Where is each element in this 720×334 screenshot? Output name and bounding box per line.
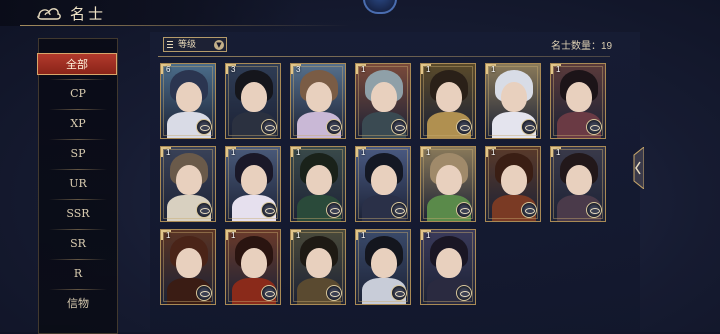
eye-badge-icon xyxy=(326,285,342,301)
hero-card[interactable]: 1 xyxy=(355,63,411,139)
hero-level: 1 xyxy=(296,231,301,240)
hero-card[interactable]: 1 xyxy=(420,63,476,139)
hero-level: 3 xyxy=(231,65,236,74)
hero-count-value: 19 xyxy=(601,41,613,52)
eye-badge-icon xyxy=(456,285,472,301)
sidebar-divider xyxy=(49,229,107,230)
eye-badge-icon xyxy=(586,119,602,135)
sidebar-divider xyxy=(49,109,107,110)
chevron-down-icon: ▼ xyxy=(214,40,224,50)
eye-badge-icon xyxy=(261,285,277,301)
hero-card[interactable]: 3 xyxy=(225,63,281,139)
hero-level: 1 xyxy=(231,231,236,240)
category-sidebar: 全部 CP XP SP UR SSR SR R 信物 xyxy=(37,38,118,334)
eye-badge-icon xyxy=(456,119,472,135)
sidebar-divider xyxy=(49,79,107,80)
sidebar-divider xyxy=(49,259,107,260)
hero-count-label: 名士数量： xyxy=(551,41,601,52)
sidebar-divider xyxy=(49,139,107,140)
sidebar-item[interactable]: SP xyxy=(39,143,117,165)
hero-card[interactable]: 3 xyxy=(290,63,346,139)
eye-badge-icon xyxy=(391,202,407,218)
hero-level: 1 xyxy=(556,148,561,157)
hero-level: 1 xyxy=(166,231,171,240)
eye-badge-icon xyxy=(326,202,342,218)
hero-card[interactable]: 1 xyxy=(290,146,346,222)
hero-level: 1 xyxy=(556,65,561,74)
sidebar-item[interactable]: SR xyxy=(39,233,117,255)
hero-level: 6 xyxy=(166,65,171,74)
header: 名士 xyxy=(0,0,720,26)
hero-level: 1 xyxy=(491,148,496,157)
hero-card[interactable]: 1 xyxy=(420,146,476,222)
sidebar-item[interactable]: CP xyxy=(39,83,117,105)
eye-badge-icon xyxy=(456,202,472,218)
eye-badge-icon xyxy=(521,119,537,135)
eye-badge-icon xyxy=(261,202,277,218)
eye-badge-icon xyxy=(326,119,342,135)
eye-badge-icon xyxy=(586,202,602,218)
sidebar-divider xyxy=(49,289,107,290)
hero-level: 1 xyxy=(426,65,431,74)
hero-level: 1 xyxy=(231,148,236,157)
hero-card[interactable]: 1 xyxy=(290,229,346,305)
hero-card[interactable]: 6 xyxy=(160,63,216,139)
header-divider xyxy=(20,25,350,26)
eye-badge-icon xyxy=(196,119,212,135)
sort-dropdown[interactable]: 等级 ▼ xyxy=(163,37,227,52)
eye-badge-icon xyxy=(196,285,212,301)
hero-level: 1 xyxy=(361,65,366,74)
hero-level: 1 xyxy=(361,148,366,157)
eye-badge-icon xyxy=(196,202,212,218)
hero-level: 1 xyxy=(296,148,301,157)
hero-card[interactable]: 1 xyxy=(160,146,216,222)
sort-dropdown-label: 等级 xyxy=(178,40,197,50)
hero-card[interactable]: 1 xyxy=(550,63,606,139)
hero-count: 名士数量：19 xyxy=(551,37,612,52)
hero-card[interactable]: 1 xyxy=(420,229,476,305)
sort-list-icon xyxy=(167,41,173,48)
sidebar-item[interactable]: UR xyxy=(39,173,117,195)
main-panel-divider xyxy=(158,56,610,57)
sidebar-divider xyxy=(49,199,107,200)
hero-card[interactable]: 1 xyxy=(550,146,606,222)
hero-card[interactable]: 1 xyxy=(485,146,541,222)
sidebar-item[interactable]: R xyxy=(39,263,117,285)
hero-level: 1 xyxy=(491,65,496,74)
hero-level: 3 xyxy=(296,65,301,74)
sidebar-divider xyxy=(49,169,107,170)
hero-card[interactable]: 1 xyxy=(160,229,216,305)
hero-card[interactable]: 1 xyxy=(225,229,281,305)
hero-level: 1 xyxy=(166,148,171,157)
side-expand-tab-icon[interactable] xyxy=(628,147,644,189)
eye-badge-icon xyxy=(261,119,277,135)
cloud-back-icon[interactable] xyxy=(36,4,62,22)
hero-level: 1 xyxy=(361,231,366,240)
page-title: 名士 xyxy=(70,5,107,23)
hero-card[interactable]: 1 xyxy=(485,63,541,139)
sidebar-item[interactable]: 全部 xyxy=(37,53,117,75)
hero-level: 1 xyxy=(426,231,431,240)
eye-badge-icon xyxy=(391,285,407,301)
sidebar-item[interactable]: 信物 xyxy=(39,293,117,315)
hero-card[interactable]: 1 xyxy=(355,146,411,222)
hero-level: 1 xyxy=(426,148,431,157)
sidebar-item[interactable]: XP xyxy=(39,113,117,135)
hero-card[interactable]: 1 xyxy=(225,146,281,222)
sidebar-item[interactable]: SSR xyxy=(39,203,117,225)
hero-card[interactable]: 1 xyxy=(355,229,411,305)
eye-badge-icon xyxy=(391,119,407,135)
eye-badge-icon xyxy=(521,202,537,218)
